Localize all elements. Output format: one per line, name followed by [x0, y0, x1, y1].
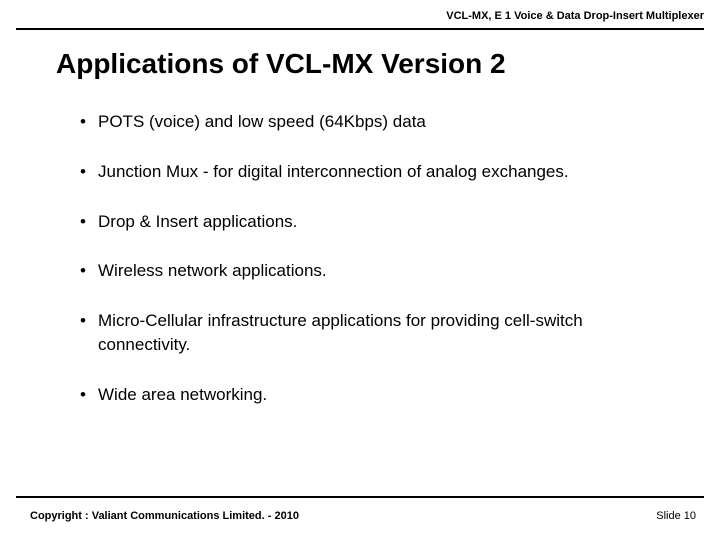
divider-top [16, 28, 704, 30]
list-item: Wide area networking. [80, 383, 670, 407]
bullet-list: POTS (voice) and low speed (64Kbps) data… [80, 110, 670, 433]
footer-copyright: Copyright : Valiant Communications Limit… [30, 510, 299, 522]
list-item: POTS (voice) and low speed (64Kbps) data [80, 110, 670, 134]
list-item: Wireless network applications. [80, 259, 670, 283]
header-product: VCL-MX, E 1 Voice & Data Drop-Insert Mul… [16, 10, 704, 22]
page-title: Applications of VCL-MX Version 2 [56, 48, 680, 80]
list-item: Micro-Cellular infrastructure applicatio… [80, 309, 670, 357]
list-item: Junction Mux - for digital interconnecti… [80, 160, 670, 184]
divider-bottom [16, 496, 704, 498]
footer-slide-number: Slide 10 [656, 510, 696, 522]
list-item: Drop & Insert applications. [80, 210, 670, 234]
